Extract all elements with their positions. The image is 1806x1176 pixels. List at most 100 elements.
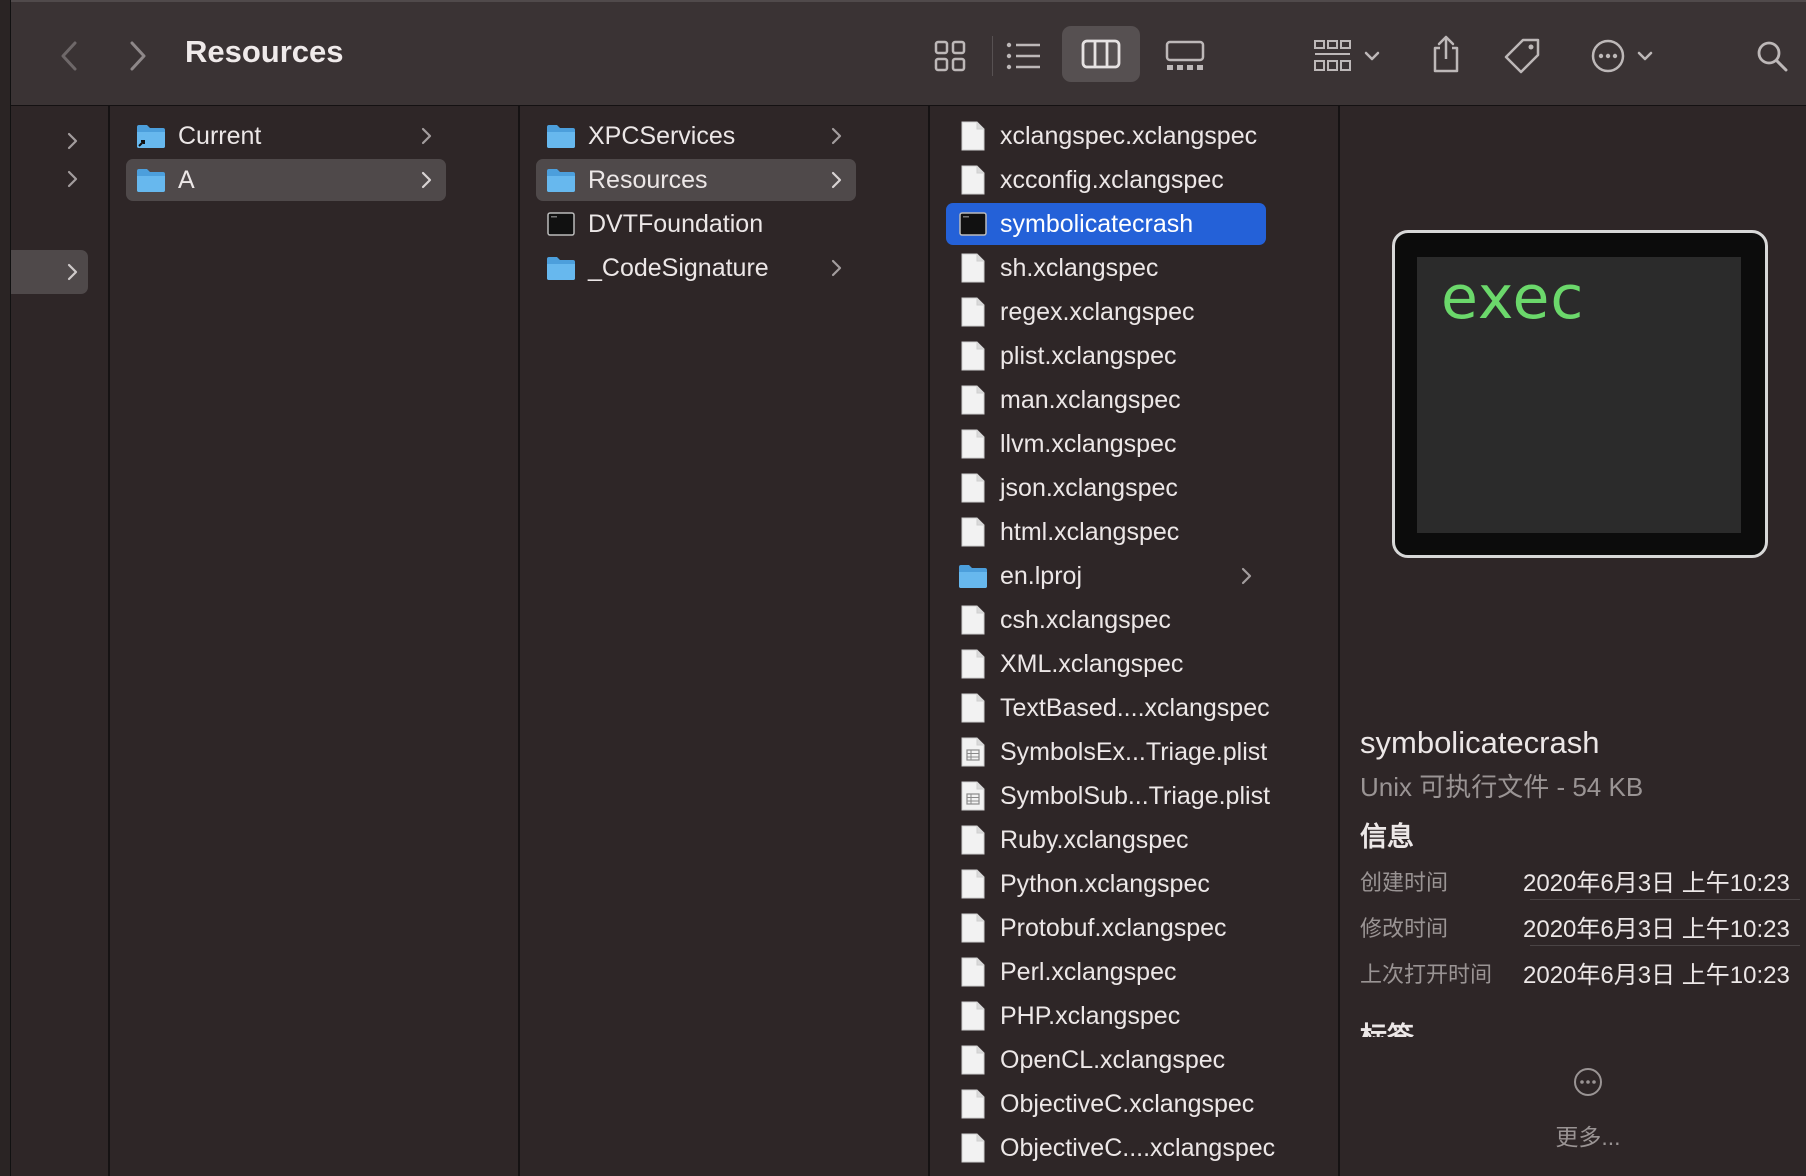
- list-item[interactable]: OpenCL.xclangspec: [946, 1039, 1266, 1081]
- tags-heading: 标签: [1360, 1022, 1414, 1037]
- list-item[interactable]: en.lproj: [946, 555, 1266, 597]
- list-item[interactable]: Protobuf.xclangspec: [946, 907, 1266, 949]
- list-item[interactable]: Python.xclangspec: [946, 863, 1266, 905]
- tag-button[interactable]: [1498, 32, 1546, 80]
- item-icon: [958, 121, 988, 151]
- list-item[interactable]: Resources: [536, 159, 856, 201]
- list-item[interactable]: regex.xclangspec: [946, 291, 1266, 333]
- list-item[interactable]: Ruby.xclangspec: [946, 819, 1266, 861]
- list-item[interactable]: man.xclangspec: [946, 379, 1266, 421]
- list-item[interactable]: Current: [126, 115, 446, 157]
- list-item[interactable]: json.xclangspec: [946, 467, 1266, 509]
- group-by-button[interactable]: [1308, 32, 1386, 80]
- list-item-label: html.xclangspec: [1000, 517, 1180, 546]
- more-actions-button[interactable]: [1582, 32, 1662, 80]
- list-item[interactable]: A: [126, 159, 446, 201]
- folder-icon: [547, 125, 575, 148]
- item-icon: [546, 209, 576, 239]
- chevron-down-icon: [1637, 51, 1653, 61]
- more-button[interactable]: [1538, 1066, 1638, 1103]
- terminal-exec-icon: exec: [1417, 257, 1741, 533]
- list-item[interactable]: llvm.xclangspec: [946, 423, 1266, 465]
- more-label[interactable]: 更多...: [1538, 1118, 1638, 1152]
- list-item[interactable]: csh.xclangspec: [946, 599, 1266, 641]
- item-icon: [958, 1001, 988, 1031]
- list-item[interactable]: TextBased....xclangspec: [946, 687, 1270, 729]
- chevron-right-icon[interactable]: [62, 130, 82, 152]
- info-row-modified: 修改时间 2020年6月3日 上午10:23: [1360, 903, 1800, 947]
- list-item-label: Resources: [588, 165, 708, 194]
- info-heading: 信息: [1360, 822, 1414, 852]
- list-item-label: plist.xclangspec: [1000, 341, 1177, 370]
- list-item[interactable]: _CodeSignature: [536, 247, 856, 289]
- search-button[interactable]: [1750, 34, 1794, 78]
- tag-icon: [1504, 38, 1540, 74]
- selected-ancestor-row[interactable]: [10, 250, 88, 294]
- item-icon: [958, 1133, 988, 1163]
- document-icon: [961, 957, 985, 987]
- document-icon: [961, 1001, 985, 1031]
- list-item[interactable]: ObjectiveC.xclangspec: [946, 1083, 1266, 1125]
- list-item-label: ObjectiveC.xclangspec: [1000, 1089, 1255, 1118]
- list-item-label: XPCServices: [588, 121, 736, 150]
- list-item[interactable]: sh.xclangspec: [946, 247, 1266, 289]
- list-item[interactable]: XML.xclangspec: [946, 643, 1266, 685]
- column-2: XPCServices Resources DVTFoundation _CodeSi…: [520, 106, 928, 1176]
- plist-file-icon: [961, 737, 985, 767]
- plist-file-icon: [961, 781, 985, 811]
- forward-button[interactable]: [123, 36, 153, 76]
- preview-thumbnail: exec: [1392, 230, 1768, 558]
- list-item[interactable]: html.xclangspec: [946, 511, 1266, 553]
- document-icon: [961, 121, 985, 151]
- column-view-button[interactable]: [1062, 26, 1140, 82]
- list-item[interactable]: XPCServices: [536, 115, 856, 157]
- document-icon: [961, 297, 985, 327]
- list-item[interactable]: SymbolsEx...Triage.plist: [946, 731, 1267, 773]
- share-button[interactable]: [1422, 28, 1470, 80]
- document-icon: [961, 1045, 985, 1075]
- list-item-label: ObjectiveC....xclangspec: [1000, 1133, 1276, 1162]
- info-row-created: 创建时间 2020年6月3日 上午10:23: [1360, 857, 1800, 901]
- list-item-label: regex.xclangspec: [1000, 297, 1195, 326]
- item-icon: [958, 781, 988, 811]
- list-item[interactable]: ObjectiveC....xclangspec: [946, 1127, 1275, 1169]
- list-item-label: Perl.xclangspec: [1000, 957, 1177, 986]
- list-view-button[interactable]: [1000, 32, 1048, 80]
- list-item[interactable]: Perl.xclangspec: [946, 951, 1266, 993]
- item-icon: [958, 561, 988, 591]
- item-icon: [958, 1045, 988, 1075]
- list-item[interactable]: SymbolSub...Triage.plist: [946, 775, 1270, 817]
- item-icon: [546, 121, 576, 151]
- more-actions-icon: [1591, 39, 1625, 73]
- preview-file-kind: Unix 可执行文件 - 54 KB: [1360, 772, 1644, 802]
- item-icon: [546, 165, 576, 195]
- back-button[interactable]: [54, 36, 84, 76]
- list-item[interactable]: PHP.xclangspec: [946, 995, 1266, 1037]
- item-icon: [958, 165, 988, 195]
- list-item[interactable]: symbolicatecrash: [946, 203, 1266, 245]
- folder-icon: [547, 169, 575, 192]
- item-icon: [958, 297, 988, 327]
- list-item[interactable]: plist.xclangspec: [946, 335, 1266, 377]
- document-icon: [961, 825, 985, 855]
- chevron-right-icon: [67, 263, 78, 281]
- list-item-label: llvm.xclangspec: [1000, 429, 1177, 458]
- item-icon: [958, 385, 988, 415]
- icon-view-button[interactable]: [926, 32, 974, 80]
- list-item-label: xclangspec.xclangspec: [1000, 121, 1258, 150]
- chevron-right-icon: [421, 171, 432, 189]
- column-view-icon: [1081, 39, 1121, 69]
- chevron-right-icon: [421, 127, 432, 145]
- list-item[interactable]: xcconfig.xclangspec: [946, 159, 1266, 201]
- list-item[interactable]: DVTFoundation: [536, 203, 856, 245]
- document-icon: [961, 253, 985, 283]
- item-icon: [958, 869, 988, 899]
- chevron-right-icon[interactable]: [62, 168, 82, 190]
- list-item[interactable]: xclangspec.xclangspec: [946, 115, 1266, 157]
- gallery-view-button[interactable]: [1158, 32, 1212, 80]
- item-icon: [958, 429, 988, 459]
- list-item-label: _CodeSignature: [588, 253, 769, 282]
- chevron-left-icon: [61, 41, 77, 71]
- item-icon: [958, 913, 988, 943]
- info-value: 2020年6月3日 上午10:23: [1523, 916, 1790, 943]
